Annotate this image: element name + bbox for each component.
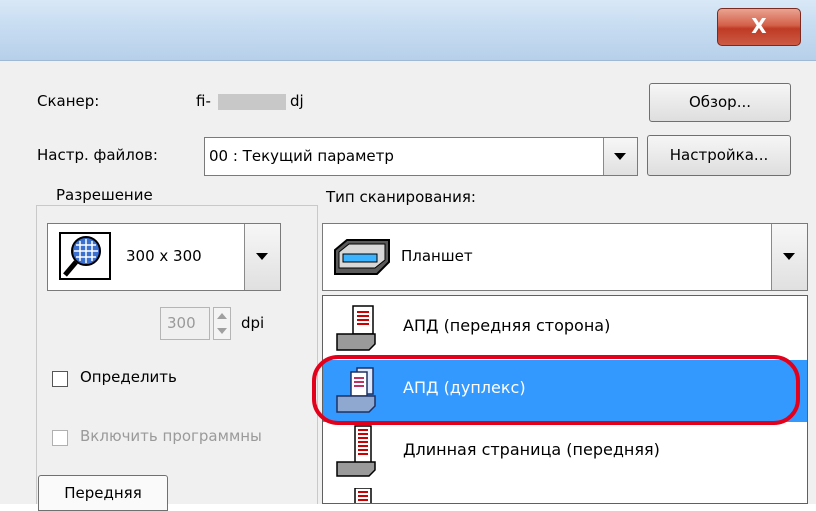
tab-front[interactable]: Передняя: [38, 475, 168, 511]
option-label: Длинная страница (передняя): [403, 440, 660, 459]
option-label: АПД (передняя сторона): [403, 316, 611, 335]
file-settings-dropdown-button[interactable]: [603, 138, 637, 175]
browse-button[interactable]: Обзор...: [649, 83, 791, 122]
detect-checkbox[interactable]: [52, 371, 68, 387]
scan-type-label: Тип сканирования:: [326, 188, 476, 206]
file-settings-value: 00 : Текущий параметр: [209, 147, 394, 165]
scan-type-option-long-page-front[interactable]: Длинная страница (передняя): [323, 422, 807, 484]
spin-up-icon[interactable]: [217, 313, 227, 319]
scan-type-value: Планшет: [401, 247, 473, 265]
dpi-unit-label: dpi: [241, 314, 265, 332]
file-settings-dropdown[interactable]: 00 : Текущий параметр: [204, 137, 638, 176]
resolution-group-label: Разрешение: [50, 186, 159, 204]
scan-type-dropdown[interactable]: Планшет: [322, 223, 808, 291]
dpi-value: 300: [167, 314, 196, 332]
scanner-name-suffix: dj: [290, 92, 304, 110]
scan-type-dropdown-button[interactable]: [771, 224, 807, 290]
scanner-label: Сканер:: [37, 92, 100, 110]
setup-button[interactable]: Настройка...: [647, 135, 791, 176]
partial-option-icon: [354, 488, 372, 503]
detect-label: Определить: [80, 368, 177, 386]
scanner-name-prefix: fi-: [196, 92, 211, 110]
file-settings-label: Настр. файлов:: [37, 146, 158, 164]
resolution-dropdown-button[interactable]: [244, 224, 280, 290]
long-page-icon: [336, 425, 376, 477]
software-checkbox[interactable]: [52, 430, 68, 446]
resolution-value: 300 x 300: [126, 247, 202, 265]
dpi-field[interactable]: 300: [160, 307, 210, 340]
chevron-down-icon: [783, 253, 795, 260]
spin-down-icon[interactable]: [217, 328, 227, 334]
highlight-callout: [312, 355, 800, 425]
software-checkbox-label: Включить программны: [80, 427, 262, 445]
dpi-spinner[interactable]: [213, 307, 231, 340]
chevron-down-icon: [614, 153, 626, 160]
scan-type-option-partial[interactable]: [323, 484, 807, 503]
flatbed-scanner-icon: [334, 239, 390, 275]
resolution-dropdown[interactable]: 300 x 300: [47, 223, 281, 291]
magnifier-grid-icon: [59, 232, 111, 280]
title-bar: X: [0, 0, 816, 61]
scan-type-option-adf-front[interactable]: АПД (передняя сторона): [323, 298, 807, 360]
chevron-down-icon: [256, 253, 268, 260]
close-button[interactable]: X: [717, 8, 801, 46]
redacted-model: [218, 94, 286, 110]
adf-front-icon: [336, 305, 376, 351]
